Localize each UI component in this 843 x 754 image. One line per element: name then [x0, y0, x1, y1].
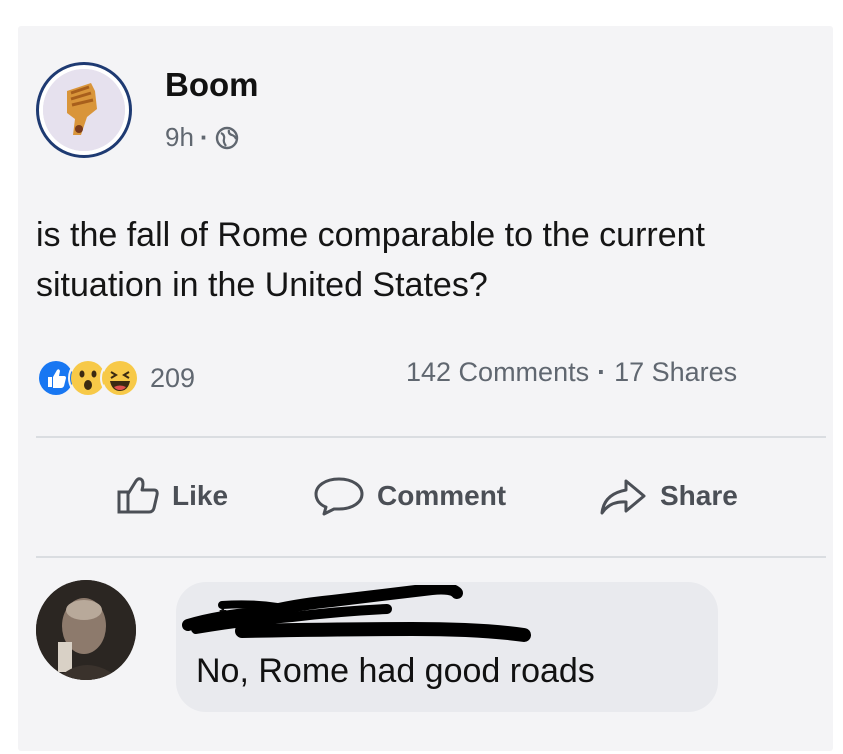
comment-label: Comment: [377, 480, 507, 511]
like-button[interactable]: Like: [116, 472, 228, 520]
haha-icon: [100, 358, 140, 398]
name-redaction-scribble: [182, 582, 532, 650]
page-avatar[interactable]: [43, 69, 125, 151]
commenter-photo: [36, 580, 136, 680]
comments-count[interactable]: 142 Comments: [406, 357, 589, 387]
engagement-separator: ·: [597, 357, 607, 387]
shares-count[interactable]: 17 Shares: [614, 357, 737, 387]
post-meta: 9h ·: [165, 122, 239, 153]
reaction-count[interactable]: 209: [150, 363, 195, 394]
comment-text: No, Rome had good roads: [196, 652, 595, 690]
post-time[interactable]: 9h: [165, 122, 194, 153]
post-text: is the fall of Rome comparable to the cu…: [36, 216, 705, 304]
thumbs-up-icon: [117, 477, 159, 514]
share-label: Share: [660, 480, 738, 511]
divider-bottom: [36, 556, 826, 558]
commenter-avatar[interactable]: [36, 580, 136, 680]
like-label: Like: [172, 480, 229, 511]
share-button[interactable]: Share: [598, 472, 738, 520]
comment-button[interactable]: Comment: [313, 472, 506, 520]
comment-bubble-icon: [314, 477, 364, 516]
reactions-summary[interactable]: 209: [36, 358, 195, 398]
meta-separator: ·: [199, 122, 209, 152]
globe-icon: [215, 126, 239, 150]
author-name[interactable]: Boom: [165, 66, 259, 104]
engagement-counts: 142 Comments · 17 Shares: [406, 357, 737, 388]
divider-top: [36, 436, 826, 438]
screenshot-frame: Boom 9h · is the fall of Rome comparable…: [0, 0, 843, 754]
avatar-illustration: [43, 69, 125, 151]
share-arrow-icon: [600, 479, 646, 515]
